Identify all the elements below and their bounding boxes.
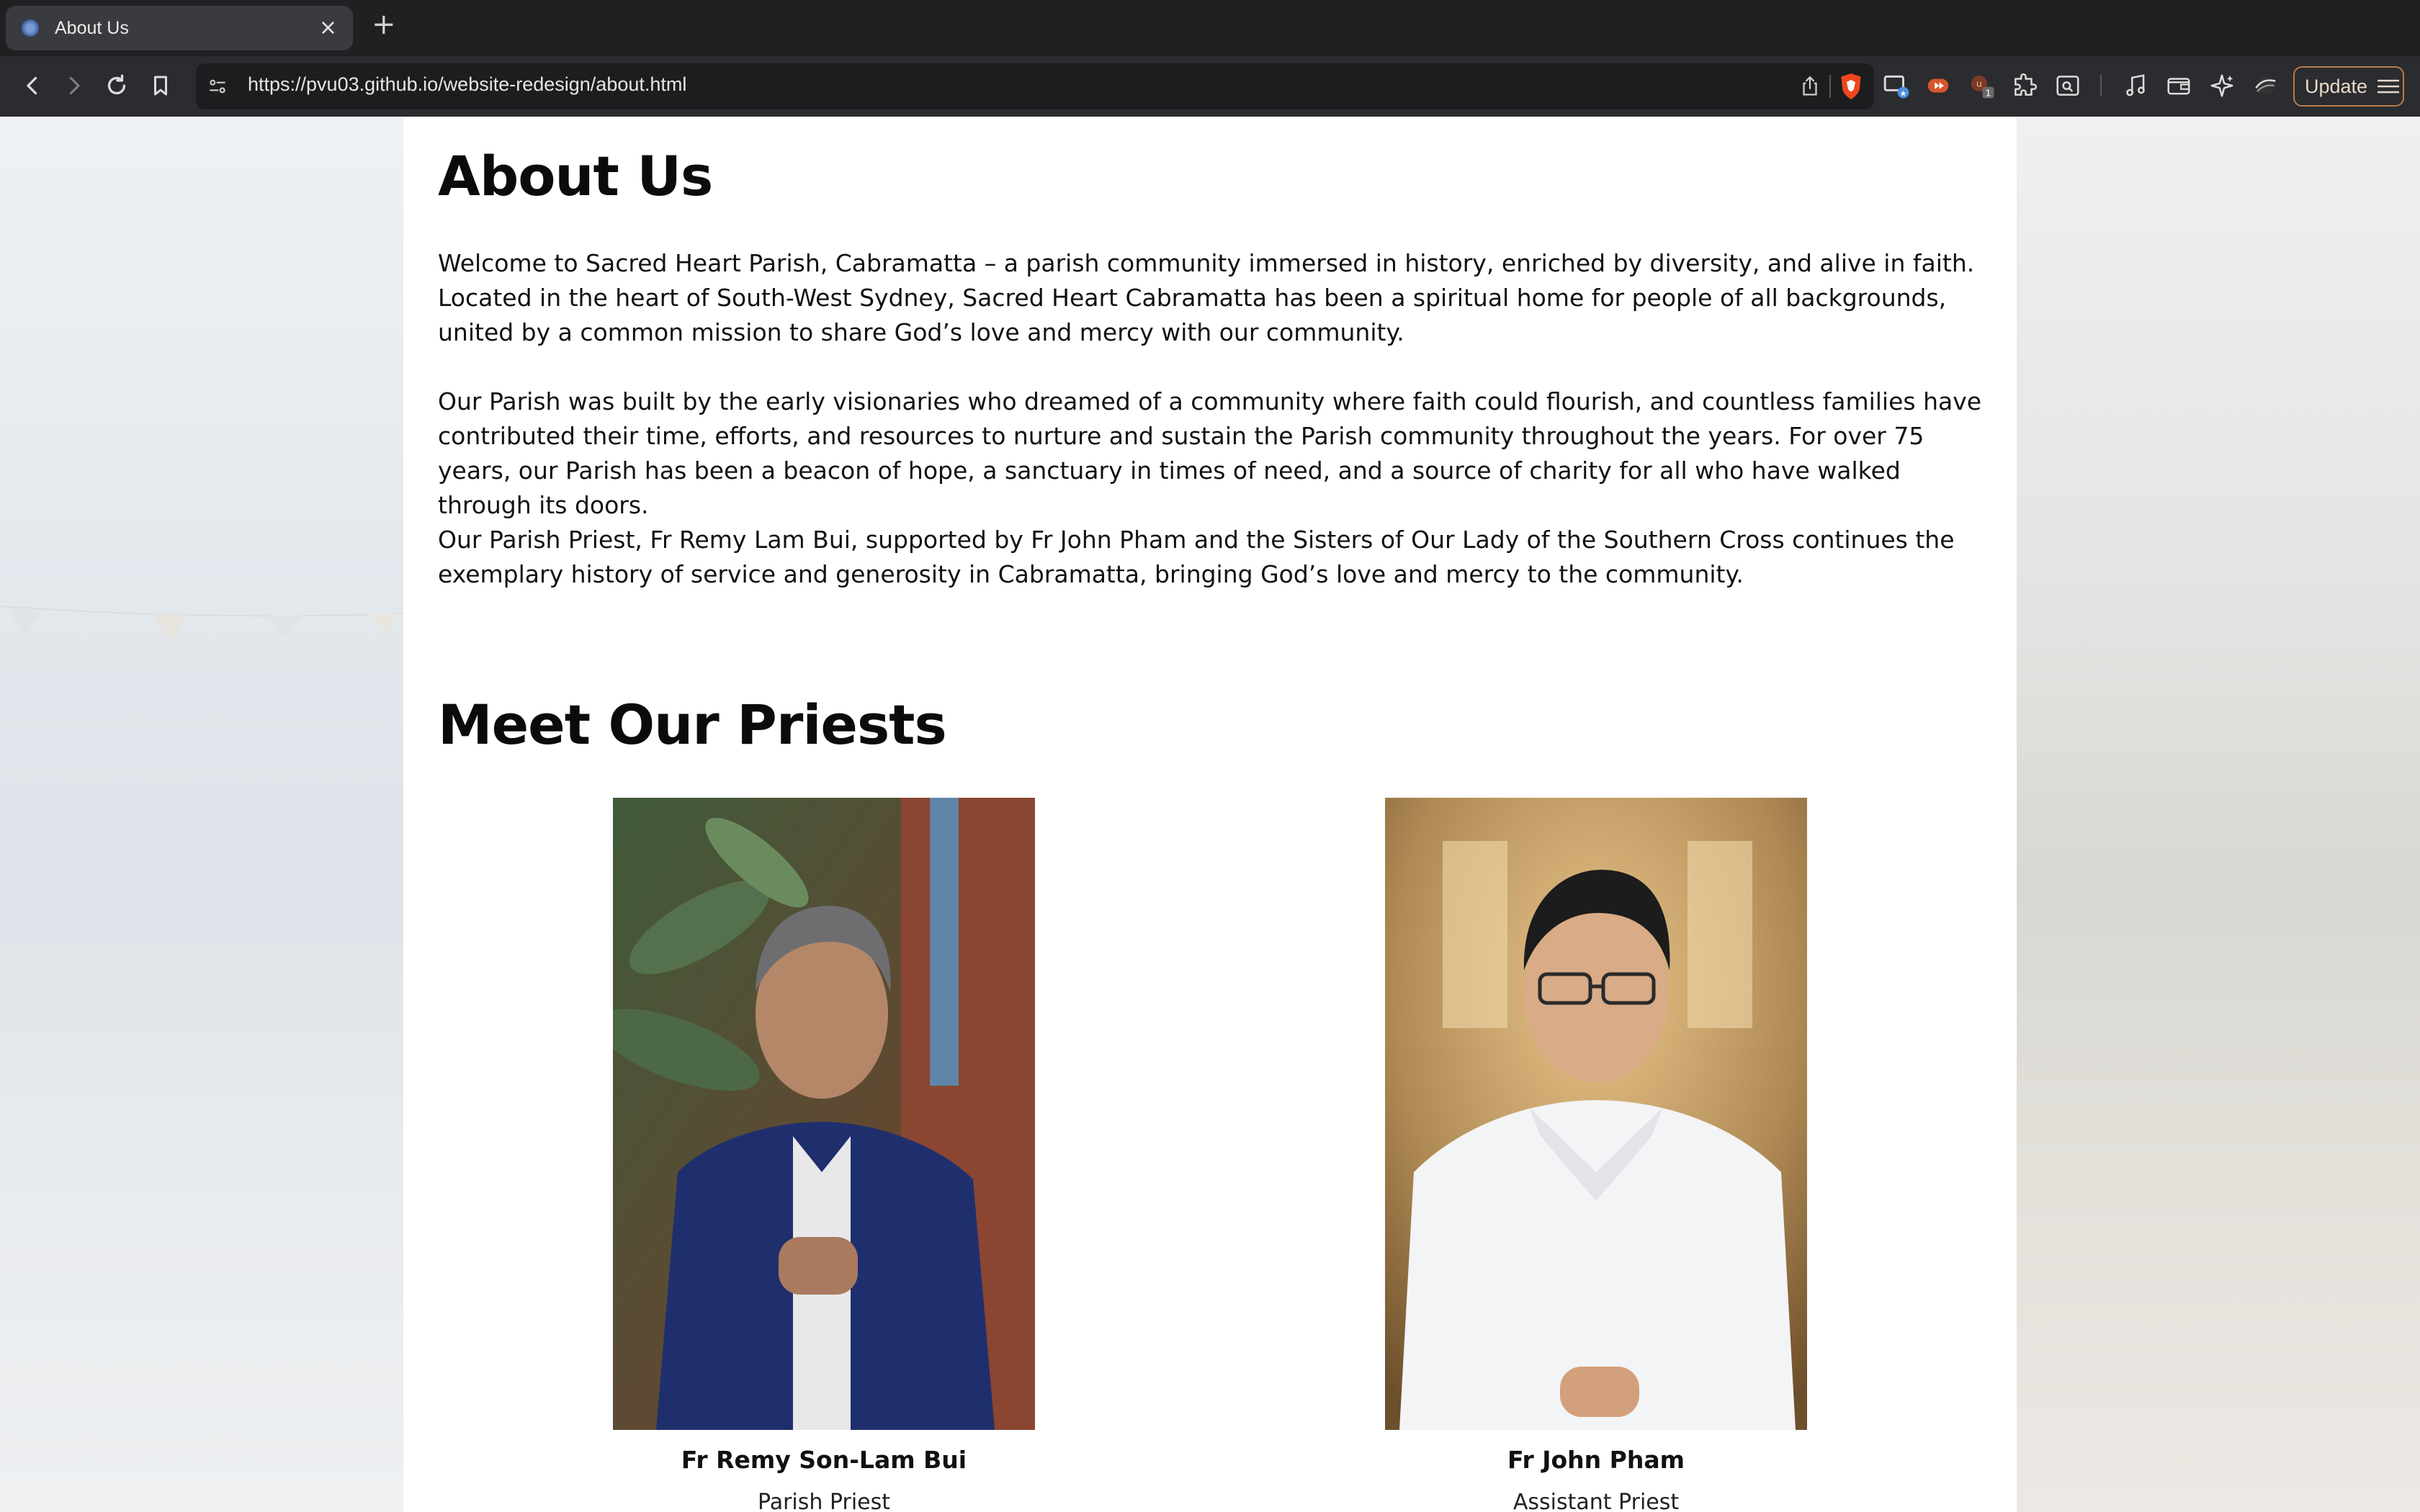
search-page-icon xyxy=(2056,76,2079,96)
video-speed-icon xyxy=(1927,78,1949,93)
page-viewport: About Us Welcome to Sacred Heart Parish,… xyxy=(0,117,2420,1512)
browser-chrome: About Us × + https://pvu03.github.io/web… xyxy=(0,0,2420,117)
close-tab-icon[interactable]: × xyxy=(319,17,337,39)
counter-extension-icon: u1 xyxy=(1971,75,1994,99)
priest-role: Assistant Priest xyxy=(1512,1490,1680,1512)
svg-text:★: ★ xyxy=(1900,89,1907,98)
update-menu-button[interactable]: Update xyxy=(2293,66,2404,107)
priest-card: Fr Remy Son-Lam Bui Parish Priest xyxy=(613,798,1035,1512)
forward-icon xyxy=(69,76,80,95)
priests-heading: Meet Our Priests xyxy=(438,693,947,757)
priest-role: Parish Priest xyxy=(757,1490,891,1512)
reload-icon xyxy=(107,74,126,95)
tab-title: About Us xyxy=(55,17,129,38)
tab-about-us[interactable]: About Us × xyxy=(6,6,353,50)
extensions-icon xyxy=(2015,73,2038,96)
vpn-icon xyxy=(2255,76,2276,95)
priest-name: Fr John Pham xyxy=(1507,1446,1685,1474)
priest-card: Fr John Pham Assistant Priest xyxy=(1385,798,1807,1512)
main-content: About Us Welcome to Sacred Heart Parish,… xyxy=(403,117,2017,1512)
update-label: Update xyxy=(2305,75,2368,97)
background-photo-left xyxy=(0,117,403,1512)
priest-portrait-image xyxy=(613,798,1035,1430)
background-photo-right xyxy=(2017,117,2420,1512)
share-icon[interactable] xyxy=(1798,73,1822,99)
svg-text:u: u xyxy=(1976,78,1982,89)
reload-button[interactable] xyxy=(100,69,133,102)
brave-shield-icon[interactable] xyxy=(1838,72,1864,101)
address-bar[interactable]: https://pvu03.github.io/website-redesign… xyxy=(196,63,1874,109)
about-paragraph-2: Our Parish was built by the early vision… xyxy=(438,387,1982,519)
back-button[interactable] xyxy=(16,69,49,102)
screen-star-icon: ★ xyxy=(1883,75,1909,99)
favicon-icon xyxy=(22,19,39,37)
extension-screen-icon[interactable]: ★ xyxy=(1881,71,1912,101)
back-icon xyxy=(27,76,37,95)
priest-portrait-image xyxy=(1385,798,1807,1430)
bookmark-button[interactable] xyxy=(144,69,177,102)
extensions-button[interactable] xyxy=(2009,71,2040,101)
bunting-decoration xyxy=(0,606,403,639)
priest-name: Fr Remy Son-Lam Bui xyxy=(681,1446,967,1474)
url-text[interactable]: https://pvu03.github.io/website-redesign… xyxy=(248,73,686,96)
wallet-button[interactable] xyxy=(2164,71,2194,101)
new-tab-button[interactable]: + xyxy=(372,10,396,39)
tab-strip: About Us × + xyxy=(0,0,2420,56)
vpn-button[interactable] xyxy=(2250,71,2280,101)
media-button[interactable] xyxy=(2120,71,2151,101)
extension-badge: 1 xyxy=(1985,87,1991,98)
extension-video-icon[interactable] xyxy=(1923,71,1953,101)
about-paragraph-1: Welcome to Sacred Heart Parish, Cabramat… xyxy=(438,249,1975,346)
priest-photo xyxy=(613,798,1035,1430)
extension-counter-icon[interactable]: u1 xyxy=(1966,71,1996,101)
page-title: About Us xyxy=(438,144,713,208)
media-icon xyxy=(2126,74,2145,96)
toolbar-divider xyxy=(2100,75,2102,96)
menu-icon xyxy=(2378,79,2400,94)
about-paragraph-3: Our Parish Priest, Fr Remy Lam Bui, supp… xyxy=(438,526,1955,588)
reader-mode-button[interactable] xyxy=(2053,71,2083,101)
site-info-icon[interactable] xyxy=(206,75,229,98)
leo-icon xyxy=(2210,74,2233,97)
bookmark-icon xyxy=(154,76,167,96)
wallet-icon xyxy=(2167,78,2190,95)
leo-ai-button[interactable] xyxy=(2207,71,2237,101)
priest-photo xyxy=(1385,798,1807,1430)
forward-button[interactable] xyxy=(58,69,91,102)
omnibox-divider xyxy=(1829,75,1831,98)
